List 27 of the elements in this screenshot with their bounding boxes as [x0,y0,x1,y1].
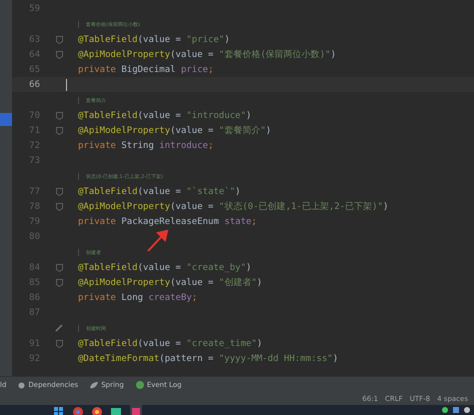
code-line: @TableField(value = "create_by") [78,262,252,272]
ide-icon[interactable] [130,405,142,415]
pencil-icon[interactable] [55,324,63,332]
code-line: @ApiModelProperty(value = "套餐价格(保留两位小数)") [78,48,336,61]
code-line: @ApiModelProperty(value = "状态(0-已创建,1-已上架,2-已下架)") [78,200,388,213]
pointer-arrow [146,229,170,253]
browser-icon[interactable] [92,405,102,415]
code-line: @ApiModelProperty(value = "套餐简介") [78,124,272,137]
code-line: @TableField(value = "`state`") [78,186,241,196]
app-icon[interactable] [111,405,121,415]
fold-icon[interactable] [56,340,62,348]
event-badge-icon [136,381,144,389]
code-line: @DateTimeFormat(pattern = "yyyy-MM-dd HH:mm:ss") [78,354,338,364]
windows-icon[interactable] [54,405,64,415]
line-number: 66 [28,80,40,90]
code-line: private PackageReleaseEnum state; [78,216,257,226]
code-line: private BigDecimal price; [78,64,214,74]
code-line: private String introduce; [78,140,214,150]
code-line: @TableField(value = "introduce") [78,110,252,120]
text-caret [66,78,67,90]
browser-icon[interactable] [73,405,83,415]
code-line: @TableField(value = "create_time") [78,338,262,348]
leaf-icon [90,382,98,388]
code-line: @TableField(value = "price") [78,34,230,44]
code-line: @ApiModelProperty(value = "创建者") [78,276,262,289]
tool-window-marker[interactable] [0,113,12,126]
code-line: private Long createBy; [78,292,198,302]
